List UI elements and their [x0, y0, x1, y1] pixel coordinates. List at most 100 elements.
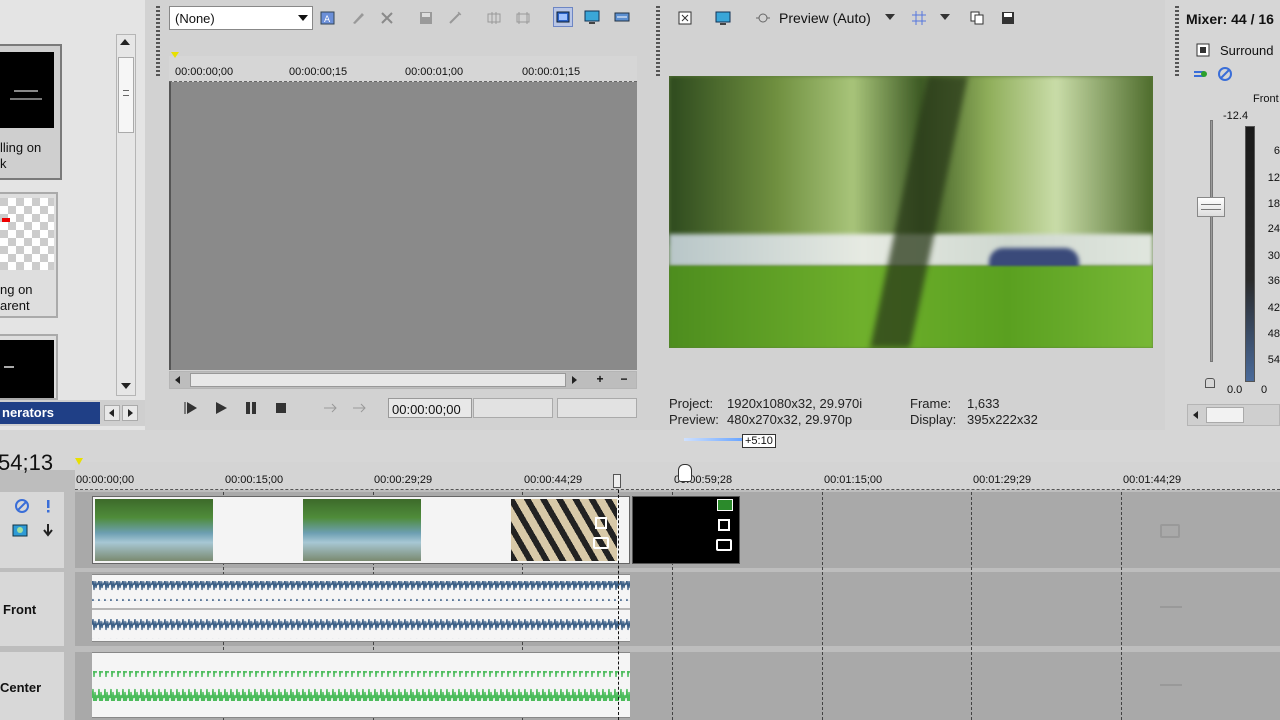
preview-mode-label[interactable]: Preview (Auto) — [779, 10, 871, 26]
generators-tab[interactable]: nerators — [0, 402, 100, 424]
stop-icon[interactable] — [271, 398, 291, 418]
edit-icon[interactable] — [348, 8, 368, 28]
generator-thumb-3[interactable] — [0, 334, 58, 400]
scroll-right-icon[interactable] — [572, 376, 577, 384]
crop-icon[interactable] — [718, 519, 730, 531]
scroll-down-icon[interactable] — [121, 383, 131, 389]
generator-thumb-1[interactable]: lling on k — [0, 44, 62, 180]
zoom-out-icon[interactable]: − — [614, 372, 634, 388]
pause-icon[interactable] — [241, 398, 261, 418]
trimmer-tick-1: 00:00:00;15 — [289, 66, 348, 78]
crop-icon[interactable] — [595, 517, 607, 529]
routing-icon[interactable] — [1190, 64, 1210, 84]
trimmer-tick-3: 00:00:01;15 — [522, 66, 581, 78]
preview-grip[interactable] — [656, 6, 660, 78]
copy-snapshot-icon[interactable] — [967, 8, 987, 28]
playhead-handle[interactable] — [613, 474, 621, 488]
center-waveform — [92, 671, 630, 701]
overlays-icon[interactable] — [909, 8, 929, 28]
front-audio-clip[interactable] — [92, 574, 630, 642]
trim-out-icon[interactable] — [513, 8, 533, 28]
meter-scale-6: 6 — [1273, 145, 1280, 157]
generator-caption-1: lling on k — [0, 140, 42, 171]
center-audio-clip[interactable] — [92, 652, 630, 718]
trimmer-area[interactable] — [169, 82, 637, 370]
mixer-grip[interactable] — [1175, 6, 1179, 78]
media-scrollbar[interactable] — [116, 34, 136, 396]
track-header-front[interactable]: Front — [0, 572, 64, 646]
tab-prev-icon[interactable] — [104, 405, 120, 421]
scroll-thumb[interactable] — [1206, 407, 1244, 423]
trimmer-field-in — [473, 398, 553, 418]
tab-next-icon[interactable] — [122, 405, 138, 421]
scroll-left-icon[interactable] — [175, 376, 180, 384]
video-clip-2[interactable] — [632, 496, 740, 564]
trimmer-h-scrollbar[interactable]: + − — [169, 371, 637, 389]
generator-preview-2 — [0, 198, 54, 270]
text-media-icon[interactable]: A — [318, 8, 338, 28]
scroll-up-icon[interactable] — [120, 39, 130, 45]
meter-zero: 0 — [1261, 384, 1268, 396]
external-monitor-icon[interactable] — [713, 8, 733, 28]
zoom-in-icon[interactable]: + — [590, 372, 610, 388]
play-from-start-icon[interactable] — [181, 398, 201, 418]
pan-crop-icon[interactable] — [716, 539, 732, 551]
chevron-down-icon[interactable] — [885, 14, 895, 20]
preview-video-frame[interactable] — [669, 76, 1153, 348]
peak-value: -12.4 — [1223, 110, 1249, 122]
trimmer-grip[interactable] — [156, 6, 160, 78]
clip-fx-icon[interactable] — [717, 499, 733, 511]
preview-panel: Preview (Auto) Project: 1920x1080x32, 29… — [645, 0, 1165, 430]
loop-marker-icon — [75, 458, 83, 465]
trim-in-icon[interactable] — [484, 8, 504, 28]
bus-name: Surround — [1220, 43, 1274, 58]
generator-thumb-2[interactable]: ng on arent — [0, 192, 58, 318]
offset-badge: +5:10 — [742, 434, 776, 448]
arrow-down-icon[interactable] — [38, 520, 58, 540]
close-icon[interactable] — [377, 8, 397, 28]
mixer-h-scrollbar[interactable] — [1187, 404, 1280, 426]
track-fx-icon[interactable] — [10, 520, 30, 540]
clip-thumb-porch — [511, 499, 617, 561]
generators-tab-strip: nerators — [0, 400, 145, 426]
trimmer-ruler[interactable]: 00:00:00;00 00:00:00;15 00:00:01;00 00:0… — [169, 52, 637, 82]
video-clip-1[interactable] — [92, 496, 630, 564]
preview-quality-icon[interactable] — [753, 8, 773, 28]
wand-icon[interactable] — [445, 8, 465, 28]
pan-crop-icon[interactable] — [593, 537, 609, 549]
track-header-center[interactable]: Center — [0, 652, 64, 720]
scroll-left-icon[interactable] — [1193, 411, 1198, 419]
insert-icon[interactable] — [349, 398, 369, 418]
channel-label: Front — [1253, 93, 1279, 105]
chevron-down-icon[interactable] — [940, 14, 950, 20]
fader-handle[interactable] — [1197, 197, 1225, 217]
scroll-thumb[interactable] — [118, 57, 134, 133]
trimmer-dropdown[interactable]: (None) — [169, 6, 313, 30]
mute-icon[interactable] — [1215, 64, 1235, 84]
frame-value: 1,633 — [967, 396, 1000, 411]
generator-preview-1 — [0, 52, 54, 128]
generator-caption-2: ng on arent — [0, 282, 33, 313]
scroll-thumb[interactable] — [190, 373, 566, 387]
empty-audio-icon — [1160, 602, 1182, 608]
show-video-icon[interactable] — [553, 7, 573, 27]
empty-clip-icon — [1160, 524, 1180, 538]
lock-icon[interactable] — [1205, 378, 1215, 388]
track-header-video[interactable] — [0, 492, 64, 568]
mixer-properties-icon[interactable] — [1193, 40, 1213, 60]
offset-badge-value: +5:10 — [745, 435, 773, 447]
show-audio-icon[interactable] — [612, 7, 632, 27]
save-snapshot-icon[interactable] — [998, 8, 1018, 28]
solo-icon[interactable] — [38, 496, 58, 516]
trimmer-timecode: 00:00:00;00 — [388, 398, 472, 418]
properties-icon[interactable] — [675, 8, 695, 28]
show-monitor-icon[interactable] — [582, 7, 602, 27]
play-icon[interactable] — [211, 398, 231, 418]
timeline-tick-1: 00:00:15;00 — [225, 474, 284, 486]
fader-track[interactable] — [1210, 120, 1213, 362]
add-to-timeline-icon[interactable] — [320, 398, 340, 418]
mute-icon[interactable] — [12, 496, 32, 516]
save-icon[interactable] — [416, 8, 436, 28]
chevron-down-icon[interactable] — [298, 15, 308, 21]
fader-value: 0.0 — [1227, 384, 1243, 396]
